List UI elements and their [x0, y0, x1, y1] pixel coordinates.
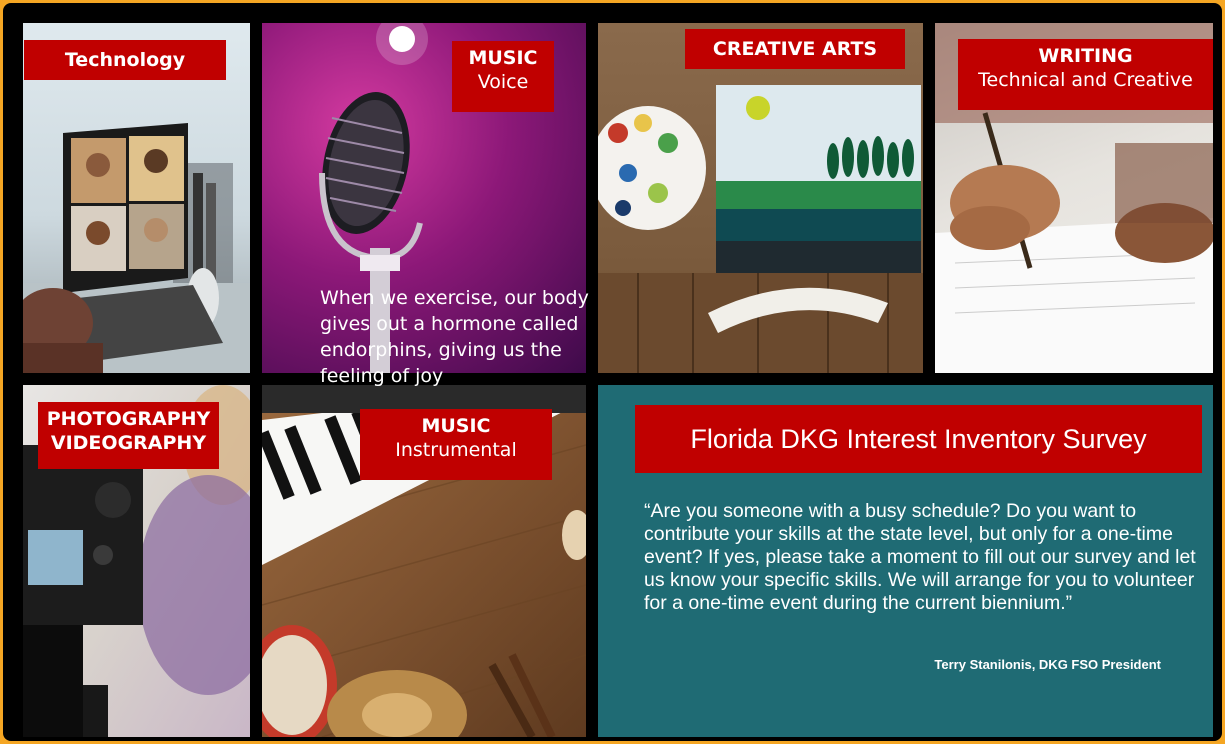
- photography-line2: VIDEOGRAPHY: [50, 431, 207, 454]
- writing-title: WRITING: [1038, 45, 1133, 67]
- survey-signature: Terry Stanilonis, DKG FSO President: [934, 657, 1161, 672]
- music-voice-label: MUSIC Voice: [452, 41, 554, 112]
- technology-title: Technology: [64, 49, 186, 71]
- photography-label: PHOTOGRAPHY VIDEOGRAPHY: [38, 402, 219, 469]
- creative-arts-title: CREATIVE ARTS: [712, 38, 878, 60]
- creative-arts-tile: CREATIVE ARTS: [598, 23, 923, 373]
- writing-tile: WRITING Technical and Creative: [935, 23, 1213, 373]
- music-voice-subtitle: Voice: [477, 70, 529, 93]
- creative-arts-label: CREATIVE ARTS: [685, 29, 905, 69]
- photography-line1: PHOTOGRAPHY: [46, 408, 211, 430]
- painting-illustration: [598, 85, 923, 373]
- music-instrumental-title: MUSIC: [421, 415, 491, 437]
- writing-label: WRITING Technical and Creative: [958, 39, 1213, 110]
- survey-panel: Florida DKG Interest Inventory Survey “A…: [598, 385, 1213, 737]
- photography-tile: PHOTOGRAPHY VIDEOGRAPHY: [23, 385, 250, 737]
- writing-subtitle: Technical and Creative: [978, 68, 1193, 91]
- music-instrumental-subtitle: Instrumental: [395, 438, 517, 461]
- music-instrumental-label: MUSIC Instrumental: [360, 409, 552, 480]
- music-instrumental-tile: MUSIC Instrumental: [262, 385, 586, 737]
- music-voice-title: MUSIC: [468, 47, 538, 69]
- technology-label: Technology: [24, 40, 226, 80]
- survey-title: Florida DKG Interest Inventory Survey: [635, 405, 1202, 473]
- slide-frame: Technology MUSIC Voice CREATIVE ARTS WRI…: [3, 3, 1222, 741]
- survey-quote: “Are you someone with a busy schedule? D…: [644, 500, 1196, 614]
- technology-tile: Technology: [23, 23, 250, 373]
- overlay-caption: When we exercise, our body gives out a h…: [320, 287, 589, 387]
